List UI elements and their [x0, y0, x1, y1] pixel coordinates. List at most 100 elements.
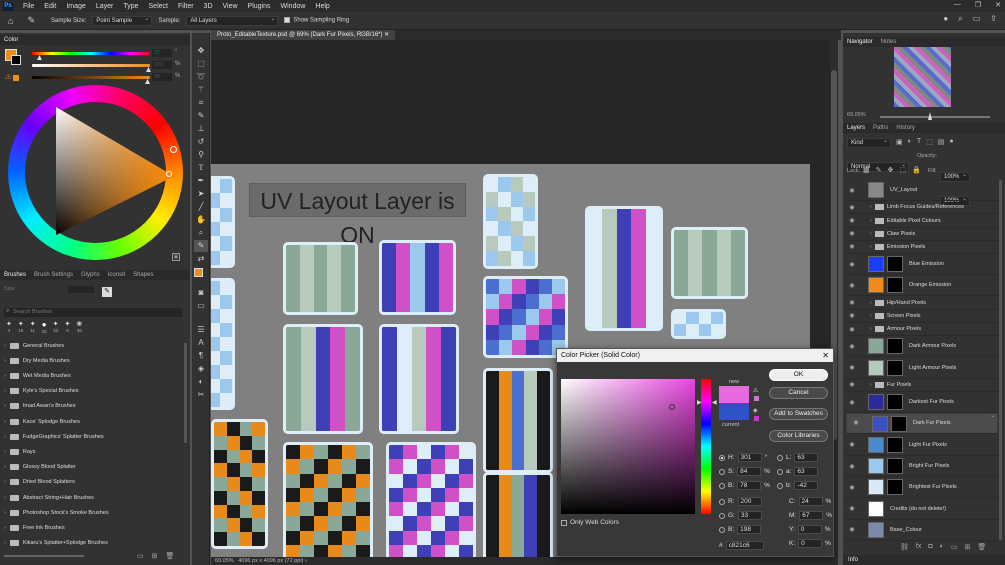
search-icon[interactable]: ⌕: [958, 14, 962, 24]
visibility-eye-icon[interactable]: ◉: [850, 419, 862, 428]
tools-icon[interactable]: ✂: [194, 389, 208, 401]
visibility-eye-icon[interactable]: ◉: [846, 204, 858, 211]
input-h[interactable]: 301: [737, 453, 762, 462]
brush-size-input[interactable]: [68, 286, 94, 293]
navigator-zoom-slider[interactable]: [880, 116, 990, 118]
new-layer-icon[interactable]: ⊞: [964, 543, 970, 551]
chevron-icon[interactable]: ›: [870, 218, 872, 224]
input-k[interactable]: 0: [798, 539, 823, 548]
pen-tool-icon[interactable]: ✒: [194, 175, 208, 187]
layer-group-row[interactable]: ◉ › Screen Pixels: [846, 310, 998, 323]
gamut-warning-icon[interactable]: ⚠: [753, 387, 758, 394]
web-safe-icon[interactable]: ◈: [753, 407, 758, 414]
only-web-colors[interactable]: Only Web Colors: [561, 519, 619, 526]
brush-folder[interactable]: › Glossy Blood Splatter: [4, 460, 182, 475]
brush-folder[interactable]: › Free Ink Brushes: [4, 520, 182, 535]
visibility-eye-icon[interactable]: ◉: [846, 364, 858, 371]
chevron-right-icon[interactable]: ›: [4, 495, 6, 501]
brush-preset[interactable]: ❀ 36: [76, 320, 82, 336]
tab-brushes[interactable]: Brushes: [4, 272, 26, 278]
menu-window[interactable]: Window: [276, 3, 311, 10]
visibility-eye-icon[interactable]: ◉: [846, 230, 858, 237]
tab-layers[interactable]: Layers: [847, 125, 865, 131]
visibility-eye-icon[interactable]: ◉: [846, 505, 858, 512]
dodge-tool-icon[interactable]: ⚲: [194, 149, 208, 161]
layer-row[interactable]: ◉ Light Armour Pixels: [846, 358, 998, 379]
brush-folder[interactable]: › Abstract String+Hair Brushes: [4, 490, 182, 505]
show-sampling-ring[interactable]: Show Sampling Ring: [284, 17, 349, 24]
brush-folder[interactable]: › FudgeGraphics' Splatter Brushes: [4, 429, 182, 444]
chevron-icon[interactable]: ›: [870, 382, 872, 388]
color-libraries-button[interactable]: Color Libraries: [769, 430, 828, 442]
layer-row[interactable]: ◉ UV_Layout: [846, 180, 998, 201]
new-brush-icon[interactable]: ⊞: [152, 552, 158, 560]
restore-icon[interactable]: ❐: [975, 1, 981, 9]
radio-l[interactable]: [777, 454, 783, 461]
menu-image[interactable]: Image: [61, 3, 90, 10]
input-l[interactable]: 63: [794, 453, 819, 462]
brush-preset[interactable]: ✦ 33: [53, 320, 59, 336]
tab-notes[interactable]: Notes: [881, 39, 897, 45]
chevron-right-icon[interactable]: ›: [4, 388, 6, 394]
layer-row[interactable]: ◉ Credits (do not delete!): [846, 499, 998, 520]
fx-icon[interactable]: fx: [916, 543, 921, 551]
input-m[interactable]: 67: [799, 511, 824, 520]
layer-group-row[interactable]: ◉ › Editable Pixel Colours: [846, 215, 998, 228]
menu-filter[interactable]: Filter: [173, 3, 199, 10]
visibility-eye-icon[interactable]: ◉: [846, 381, 858, 388]
menu-view[interactable]: View: [218, 3, 243, 10]
chevron-right-icon[interactable]: ›: [4, 449, 6, 455]
input-y[interactable]: 0: [797, 525, 822, 534]
chevron-right-icon[interactable]: ›: [4, 343, 6, 349]
stamp-tool-icon[interactable]: ⊥: [194, 123, 208, 135]
brush-preset[interactable]: ✦ 11: [30, 320, 36, 336]
visibility-eye-icon[interactable]: ◉: [846, 312, 858, 319]
triangle-marker[interactable]: [166, 171, 172, 177]
brush-preset[interactable]: ✦ 16: [18, 320, 24, 336]
info-panel-tab[interactable]: Info: [843, 555, 1005, 565]
visibility-eye-icon[interactable]: ◉: [846, 484, 858, 491]
layer-group-row[interactable]: ◉ › Fur Pixels: [846, 379, 998, 392]
hue-value[interactable]: 37: [152, 49, 172, 57]
visibility-eye-icon[interactable]: ◉: [846, 441, 858, 448]
sample-select[interactable]: All Layers: [186, 15, 279, 26]
radio-b[interactable]: [719, 482, 725, 489]
hue-slider[interactable]: [32, 52, 150, 55]
image-filter-icon[interactable]: ▣: [896, 138, 903, 146]
brightness-value[interactable]: 95: [152, 73, 172, 81]
close-icon[interactable]: ✕: [995, 1, 1001, 9]
expand-icon[interactable]: ▣: [172, 253, 180, 261]
radio-blue[interactable]: [719, 526, 725, 533]
chevron-right-icon[interactable]: ›: [4, 464, 6, 470]
layer-row[interactable]: ◉ Dark Armour Pixels: [846, 336, 998, 358]
paragraph-icon[interactable]: ¶: [194, 350, 208, 362]
status-zoom[interactable]: 69.05%: [215, 558, 234, 564]
status-arrow-icon[interactable]: ›: [305, 558, 307, 564]
close-icon[interactable]: ✕: [822, 349, 829, 362]
path-select-icon[interactable]: ➤: [194, 188, 208, 200]
brush-folder[interactable]: › Wet Media Brushes: [4, 368, 182, 383]
chevron-right-icon[interactable]: ›: [4, 525, 6, 531]
adjust-icon[interactable]: ☰: [194, 324, 208, 336]
radio-r[interactable]: [719, 498, 725, 505]
tab-shapes[interactable]: Shapes: [133, 272, 153, 278]
delete-icon[interactable]: 🗑: [166, 552, 175, 560]
share-icon[interactable]: ⇪: [990, 14, 997, 24]
layer-group-row[interactable]: ◉ › Emission Pixels: [846, 241, 998, 254]
new-folder-icon[interactable]: ▭: [137, 552, 144, 560]
background-swatch[interactable]: [11, 55, 21, 65]
input-lab-b[interactable]: -42: [794, 481, 819, 490]
chevron-right-icon[interactable]: ›: [4, 373, 6, 379]
layer-row[interactable]: ◉ Bright Fur Pixels: [846, 456, 998, 477]
color-field-marker[interactable]: [669, 404, 675, 410]
crop-tool-icon[interactable]: ⌗: [194, 97, 208, 109]
current-color-swatch[interactable]: [719, 403, 749, 420]
document-tab[interactable]: Proto_EditableTexture.psd @ 69% (Dark Fu…: [211, 30, 396, 40]
only-web-colors-checkbox[interactable]: [561, 519, 567, 526]
visibility-eye-icon[interactable]: ◉: [846, 187, 858, 194]
saturation-slider[interactable]: [32, 64, 150, 67]
lock-transparent-icon[interactable]: ▦: [863, 166, 870, 174]
character-icon[interactable]: A: [194, 337, 208, 349]
input-c[interactable]: 24: [798, 497, 823, 506]
delete-layer-icon[interactable]: 🗑: [977, 543, 986, 551]
